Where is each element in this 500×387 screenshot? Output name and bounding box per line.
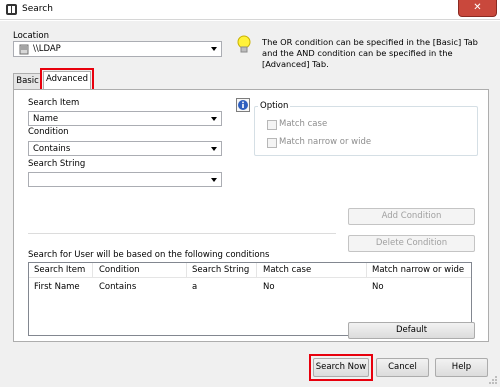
chevron-down-icon <box>211 47 217 51</box>
column-header[interactable]: Match narrow or wide <box>372 265 464 275</box>
search-item-value: Name <box>33 114 59 124</box>
option-label: Option <box>258 101 291 111</box>
search-string-combo[interactable] <box>28 172 222 187</box>
search-item-label: Search Item <box>28 98 80 108</box>
tab-basic[interactable]: Basic <box>13 73 42 90</box>
column-divider <box>92 263 93 278</box>
default-button[interactable]: Default <box>348 322 475 339</box>
column-divider <box>186 263 187 278</box>
location-value: \\LDAP <box>33 44 61 54</box>
chevron-down-icon <box>211 117 217 121</box>
column-header[interactable]: Condition <box>99 265 140 275</box>
search-item-select[interactable]: Name <box>28 111 222 126</box>
separator <box>28 233 336 234</box>
close-icon: ✕ <box>473 2 482 13</box>
chevron-down-icon <box>211 147 217 151</box>
highlight-search-now <box>309 354 373 381</box>
hint-text: The OR condition can be specified in the… <box>262 37 478 69</box>
table-cell: Contains <box>99 282 137 292</box>
list-header: Search Item Condition Search String Matc… <box>29 263 471 278</box>
table-cell: First Name <box>34 282 80 292</box>
location-label: Location <box>13 31 49 41</box>
app-icon <box>6 4 17 15</box>
chevron-down-icon <box>211 178 217 182</box>
close-button[interactable]: ✕ <box>458 0 497 17</box>
column-divider <box>366 263 367 278</box>
match-case-checkbox[interactable] <box>267 120 277 130</box>
lightbulb-icon <box>237 35 251 53</box>
condition-select[interactable]: Contains <box>28 141 222 156</box>
match-narrow-wide-checkbox[interactable] <box>267 138 277 148</box>
table-cell: No <box>263 282 275 292</box>
condition-value: Contains <box>33 144 71 154</box>
column-header[interactable]: Search String <box>192 265 249 275</box>
match-narrow-wide-label: Match narrow or wide <box>279 137 372 147</box>
title-bar: Search ✕ <box>0 0 500 20</box>
location-combo[interactable]: \\LDAP <box>13 41 222 57</box>
cancel-button[interactable]: Cancel <box>376 358 429 377</box>
match-case-label: Match case <box>279 119 328 129</box>
window-title: Search <box>22 4 53 14</box>
option-groupbox <box>254 106 478 156</box>
dialog-body: Location \\LDAP The OR condition can be … <box>0 21 500 387</box>
add-condition-button[interactable]: Add Condition <box>348 208 475 225</box>
column-header[interactable]: Search Item <box>34 265 85 275</box>
table-cell: a <box>192 282 198 292</box>
table-row[interactable]: First Name Contains a No No <box>29 280 471 293</box>
help-button[interactable]: Help <box>435 358 488 377</box>
search-string-label: Search String <box>28 159 86 169</box>
server-icon <box>19 44 29 55</box>
condition-label: Condition <box>28 127 69 137</box>
delete-condition-button[interactable]: Delete Condition <box>348 235 475 252</box>
advanced-panel: Search Item Name Condition Contains Sear… <box>13 89 489 342</box>
column-header[interactable]: Match case <box>263 265 311 275</box>
conditions-caption: Search for User will be based on the fol… <box>28 250 270 260</box>
column-divider <box>256 263 257 278</box>
info-icon <box>236 98 250 112</box>
resize-grip-icon[interactable] <box>488 375 498 385</box>
table-cell: No <box>372 282 384 292</box>
